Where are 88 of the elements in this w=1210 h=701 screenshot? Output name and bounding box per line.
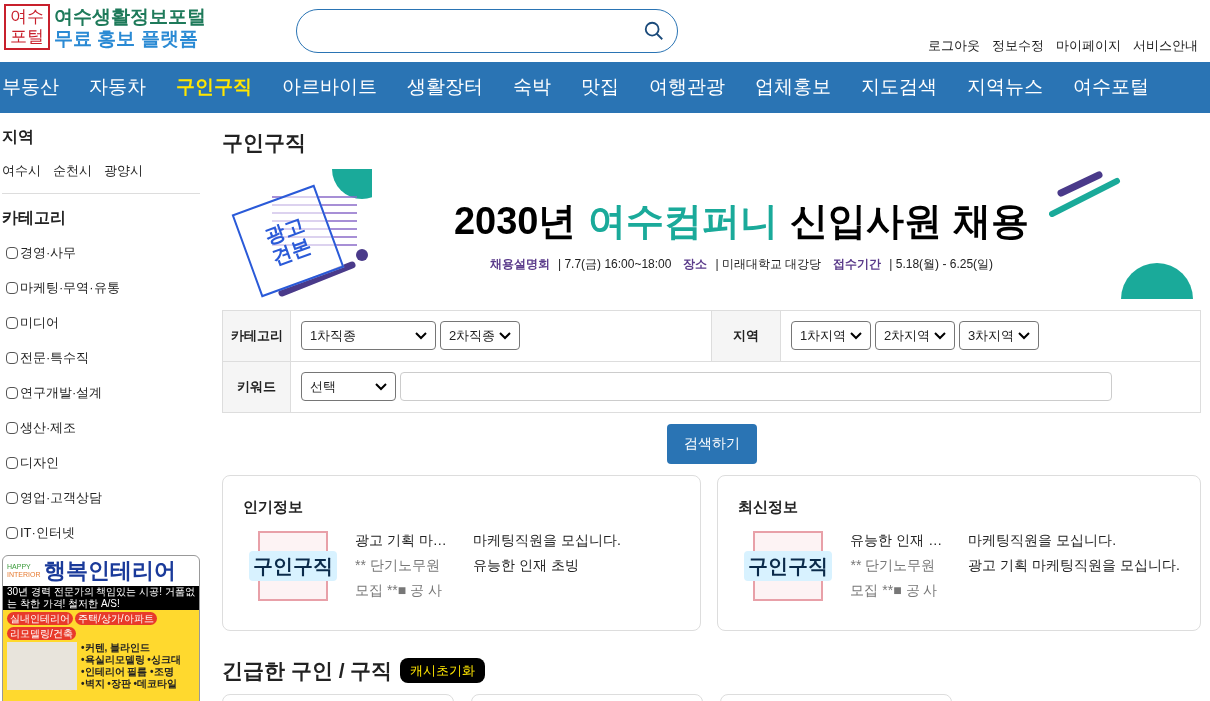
banner-detail-label: 접수기간 [833, 255, 882, 273]
category-checkbox[interactable]: 경영·사무 [0, 235, 202, 271]
region-link[interactable]: 여수시 [2, 161, 41, 181]
logo-mark[interactable]: 여수 포털 [4, 4, 50, 50]
search-icon[interactable] [643, 20, 665, 42]
ad-bullet: •욕실리모델링 •싱크대 [81, 653, 181, 666]
panel-title: 인기정보 [243, 496, 304, 517]
account-link[interactable]: 마이페이지 [1056, 36, 1121, 56]
nav-tab[interactable]: 맛집 [566, 73, 634, 102]
ad-brand: 행복인테리어 [44, 557, 177, 585]
chevron-down-icon [499, 331, 511, 340]
region-link[interactable]: 광양시 [104, 161, 143, 181]
banner-detail: | 7.7(금) 16:00~18:00 [557, 255, 672, 273]
chevron-down-icon [934, 331, 946, 340]
dropdown[interactable]: 2차직종 [440, 321, 520, 350]
panel-title: 최신정보 [738, 496, 800, 517]
banner-detail-label: 채용설명회 [489, 255, 550, 273]
category-checkbox[interactable]: 연구개발·설계 [0, 375, 202, 411]
thumbnail-label: 구인구직 [744, 551, 833, 581]
banner-detail-label: 장소 [683, 255, 708, 273]
chevron-down-icon [850, 331, 862, 340]
ad-bullet: •커텐, 블라인드 [81, 641, 152, 654]
section-title: 지역 [1, 127, 35, 147]
item-meta: 모집 **■ 공 사 [355, 581, 444, 600]
dropdown[interactable]: 1차지역 [791, 321, 871, 350]
keyword-field[interactable] [400, 372, 1112, 401]
dropdown[interactable]: 1차직종 [301, 321, 436, 350]
banner-headline: 여수컴퍼니 [588, 198, 779, 243]
nav-tab[interactable]: 구인구직 [161, 73, 267, 102]
account-link[interactable]: 로그아웃 [928, 36, 980, 56]
nav-tab[interactable]: 지도검색 [846, 73, 952, 102]
category-checkbox[interactable]: 디자인 [0, 445, 202, 481]
category-checkbox[interactable]: 미디어 [0, 305, 202, 341]
field-label: 카테고리 [223, 310, 291, 361]
job-link[interactable]: 마케팅직원을 모십니다. [968, 530, 1180, 551]
region-link[interactable]: 순천시 [53, 161, 92, 181]
logo-title: 여수생활정보포털 [54, 6, 206, 28]
item-meta: ** 단기노무원 [850, 556, 937, 575]
decoration-drawing [1049, 168, 1121, 217]
nav-tab[interactable]: 숙박 [498, 73, 566, 102]
category-checkbox[interactable]: IT·인터넷 [0, 515, 202, 551]
dropdown[interactable]: 3차지역 [959, 321, 1039, 350]
field-label: 지역 [711, 310, 781, 361]
banner-detail: | 5.18(월) - 6.25(일) [889, 255, 994, 273]
category-checkbox[interactable]: 전문·특수직 [0, 340, 202, 376]
job-link[interactable]: 광고 기획 마케팅직원을 모십니다. [968, 555, 1180, 576]
banner-headline: 신입사원 채용 [790, 198, 1030, 243]
page-title: 구인구직 [222, 130, 307, 156]
thumbnail-label: 구인구직 [249, 551, 337, 581]
search-button[interactable]: 검색하기 [666, 423, 757, 464]
ad-bullet: •인테리어 필름 •조명 [81, 665, 175, 678]
nav-tab[interactable]: 업체홍보 [740, 73, 846, 102]
ad-bullet: •벽지 •장판 •데코타일 [81, 677, 179, 690]
section-title: 카테고리 [1, 207, 67, 228]
item-meta: 모집 **■ 공 사 [850, 581, 939, 600]
dropdown[interactable]: 선택 [301, 372, 396, 401]
nav-tab[interactable]: 자동차 [74, 73, 161, 102]
chevron-down-icon [415, 331, 427, 340]
ad-tag: 리모델링/건축 [7, 626, 76, 640]
photo-placeholder [7, 641, 77, 690]
item-meta: ** 단기노무원 [355, 556, 441, 575]
dropdown[interactable]: 2차지역 [875, 321, 955, 350]
nav-tab[interactable]: 아르바이트 [267, 73, 392, 102]
nav-tab[interactable]: 여행관광 [634, 73, 740, 102]
banner-headline: 2030년 [453, 198, 577, 243]
chevron-down-icon [375, 382, 387, 391]
ad-tagline: 30년 경력 전문가의 책임있는 시공! 거품없는 착한 가격! 철저한 A/S! [3, 585, 199, 610]
job-link[interactable]: 유능한 인재 초빙 [473, 555, 621, 576]
nav-tab[interactable]: 생활장터 [392, 73, 498, 102]
account-link[interactable]: 서비스안내 [1133, 36, 1198, 56]
ad-tag: 실내인테리어 [7, 611, 73, 625]
chevron-down-icon [1018, 331, 1030, 340]
banner-detail: | 미래대학교 대강당 [715, 255, 822, 273]
nav-tab[interactable]: 지역뉴스 [952, 73, 1058, 102]
category-checkbox[interactable]: 마케팅·무역·유통 [0, 270, 202, 306]
ad-tag: 주택/상가/아파트 [75, 611, 157, 625]
item-title[interactable]: 광고 기획 마… [355, 530, 461, 551]
job-link[interactable]: 마케팅직원을 모십니다. [473, 530, 621, 551]
item-title[interactable]: 유능한 인재 … [850, 530, 957, 551]
category-checkbox[interactable]: 생산·제조 [0, 410, 202, 446]
nav-tab[interactable]: 여수포털 [1058, 73, 1164, 102]
section-heading: 긴급한 구인 / 구직 [222, 657, 393, 684]
logo-subtitle: 무료 홍보 플랫폼 [54, 28, 199, 50]
account-link[interactable]: 정보수정 [992, 36, 1044, 56]
cash-badge[interactable]: 캐시초기화 [400, 657, 486, 683]
category-checkbox[interactable]: 영업·고객상담 [0, 480, 202, 516]
field-label: 키워드 [223, 361, 291, 412]
nav-tab[interactable]: 부동산 [0, 73, 74, 102]
